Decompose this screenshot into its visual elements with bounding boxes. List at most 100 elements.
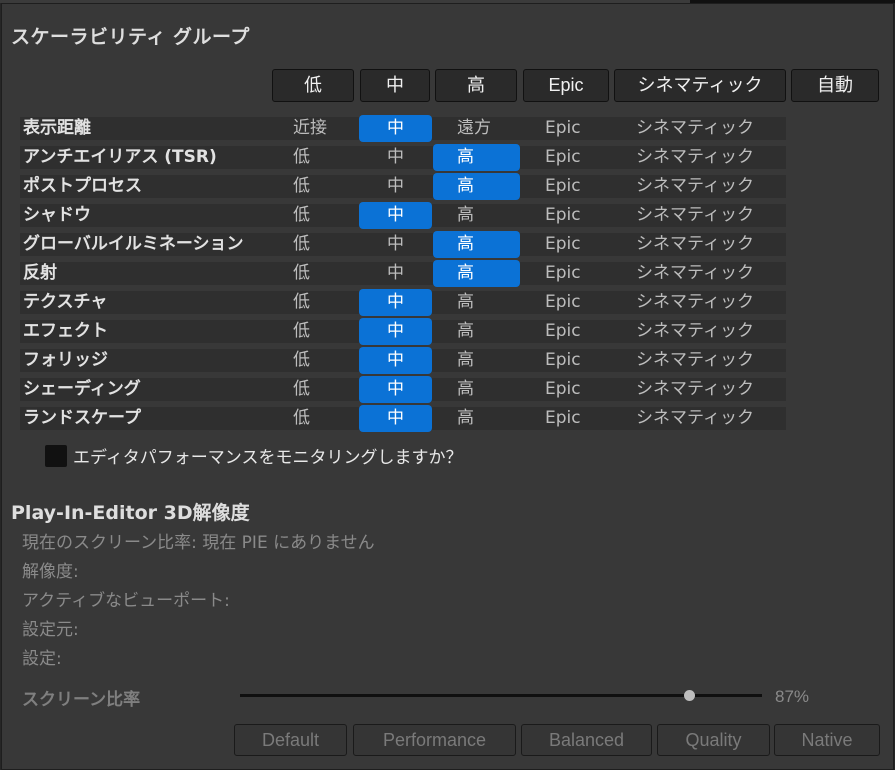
setting-option-label: 中 [387, 205, 404, 225]
setting-option-medium[interactable]: 中 [359, 317, 432, 346]
setting-option-high[interactable]: 高 [433, 201, 520, 230]
pie-preset-default-button[interactable]: Default [234, 724, 347, 756]
setting-option-cinematic[interactable]: シネマティック [636, 375, 754, 404]
preset-button-epic[interactable]: Epic [523, 69, 609, 102]
setting-option-cinematic[interactable]: シネマティック [636, 172, 754, 201]
setting-option-label: シネマティック [636, 292, 754, 312]
setting-option-high[interactable]: 高 [433, 317, 520, 346]
setting-option-epic[interactable]: Epic [545, 404, 581, 433]
setting-option-cinematic[interactable]: シネマティック [636, 346, 754, 375]
setting-option-medium[interactable]: 中 [359, 114, 432, 143]
setting-option-epic[interactable]: Epic [545, 143, 581, 172]
setting-row: ポストプロセス 低 中 高 Epic シネマティック [20, 172, 786, 201]
setting-option-epic[interactable]: Epic [545, 259, 581, 288]
setting-option-epic[interactable]: Epic [545, 375, 581, 404]
setting-option-high[interactable]: 高 [433, 404, 520, 433]
setting-option-medium[interactable]: 中 [359, 288, 432, 317]
setting-option-medium[interactable]: 中 [359, 259, 432, 288]
setting-option-label: 中 [387, 234, 404, 254]
pie-preset-balanced-button[interactable]: Balanced [521, 724, 652, 756]
setting-row-label: ポストプロセス [23, 176, 142, 196]
setting-option-cinematic[interactable]: シネマティック [636, 230, 754, 259]
setting-option-high[interactable]: 高 [433, 143, 520, 172]
setting-option-epic[interactable]: Epic [545, 317, 581, 346]
pie-info-active-viewport: アクティブなビューポート: [22, 591, 230, 611]
setting-option-label: シネマティック [636, 176, 754, 196]
setting-option-low[interactable]: 低 [290, 201, 350, 230]
screen-ratio-value: 87% [775, 687, 810, 706]
setting-option-medium[interactable]: 中 [359, 201, 432, 230]
setting-option-epic[interactable]: Epic [545, 172, 581, 201]
setting-option-epic[interactable]: Epic [545, 201, 581, 230]
setting-option-label: Epic [545, 408, 581, 428]
setting-option-high[interactable]: 高 [433, 375, 520, 404]
setting-option-cinematic[interactable]: シネマティック [636, 317, 754, 346]
pie-preset-quality-button[interactable]: Quality [657, 724, 770, 756]
setting-option-label: 中 [387, 176, 404, 196]
setting-option-label: Epic [545, 234, 581, 254]
setting-option-label: 遠方 [457, 118, 491, 138]
setting-option-cinematic[interactable]: シネマティック [636, 404, 754, 433]
setting-option-low[interactable]: 近接 [290, 114, 350, 143]
pie-preset-performance-button[interactable]: Performance [353, 724, 516, 756]
setting-option-label: 中 [387, 263, 404, 283]
setting-option-cinematic[interactable]: シネマティック [636, 259, 754, 288]
setting-option-epic[interactable]: Epic [545, 114, 581, 143]
pie-info-source: 設定元: [22, 620, 79, 640]
setting-option-low[interactable]: 低 [290, 404, 350, 433]
setting-option-low[interactable]: 低 [290, 288, 350, 317]
setting-option-label: 低 [293, 379, 310, 399]
setting-option-epic[interactable]: Epic [545, 346, 581, 375]
setting-option-high[interactable]: 高 [433, 259, 520, 288]
setting-option-low[interactable]: 低 [290, 172, 350, 201]
setting-option-low[interactable]: 低 [290, 346, 350, 375]
setting-option-label: シネマティック [636, 118, 754, 138]
setting-option-medium[interactable]: 中 [359, 143, 432, 172]
setting-option-low[interactable]: 低 [290, 317, 350, 346]
setting-row: アンチエイリアス (TSR) 低 中 高 Epic シネマティック [20, 143, 786, 172]
setting-option-high[interactable]: 高 [433, 172, 520, 201]
pie-preset-native-button[interactable]: Native [774, 724, 880, 756]
setting-option-medium[interactable]: 中 [359, 172, 432, 201]
setting-option-cinematic[interactable]: シネマティック [636, 143, 754, 172]
setting-row: ランドスケープ 低 中 高 Epic シネマティック [20, 404, 786, 433]
setting-option-epic[interactable]: Epic [545, 230, 581, 259]
preset-button-cinematic[interactable]: シネマティック [614, 69, 786, 102]
scalability-title: スケーラビリティ グループ [11, 26, 250, 48]
monitor-performance-checkbox[interactable] [45, 445, 67, 467]
screen-ratio-slider-handle[interactable] [684, 690, 695, 701]
setting-option-epic[interactable]: Epic [545, 288, 581, 317]
setting-option-medium[interactable]: 中 [359, 404, 432, 433]
setting-row-label: テクスチャ [23, 292, 108, 312]
setting-option-label: 低 [293, 350, 310, 370]
setting-row-label: シャドウ [23, 205, 91, 225]
pie-info-setting: 設定: [22, 649, 62, 669]
setting-option-low[interactable]: 低 [290, 230, 350, 259]
setting-option-high[interactable]: 高 [433, 230, 520, 259]
preset-button-auto[interactable]: 自動 [791, 69, 879, 102]
preset-button-low[interactable]: 低 [272, 69, 354, 102]
setting-option-label: Epic [545, 147, 581, 167]
setting-option-label: 中 [387, 321, 404, 341]
setting-option-high[interactable]: 高 [433, 288, 520, 317]
setting-option-label: 中 [387, 350, 404, 370]
setting-option-low[interactable]: 低 [290, 259, 350, 288]
setting-option-label: 中 [387, 292, 404, 312]
setting-option-cinematic[interactable]: シネマティック [636, 201, 754, 230]
setting-option-high[interactable]: 遠方 [433, 114, 520, 143]
setting-option-medium[interactable]: 中 [359, 375, 432, 404]
preset-button-high[interactable]: 高 [435, 69, 517, 102]
setting-option-low[interactable]: 低 [290, 375, 350, 404]
setting-option-label: シネマティック [636, 205, 754, 225]
setting-option-low[interactable]: 低 [290, 143, 350, 172]
setting-row-label: シェーディング [23, 379, 141, 399]
setting-option-medium[interactable]: 中 [359, 230, 432, 259]
setting-option-label: 高 [457, 234, 474, 254]
screen-ratio-label: スクリーン比率 [22, 690, 141, 710]
setting-row-label: ランドスケープ [23, 408, 141, 428]
setting-option-high[interactable]: 高 [433, 346, 520, 375]
setting-option-medium[interactable]: 中 [359, 346, 432, 375]
preset-button-medium[interactable]: 中 [360, 69, 430, 102]
setting-option-cinematic[interactable]: シネマティック [636, 114, 754, 143]
setting-option-cinematic[interactable]: シネマティック [636, 288, 754, 317]
